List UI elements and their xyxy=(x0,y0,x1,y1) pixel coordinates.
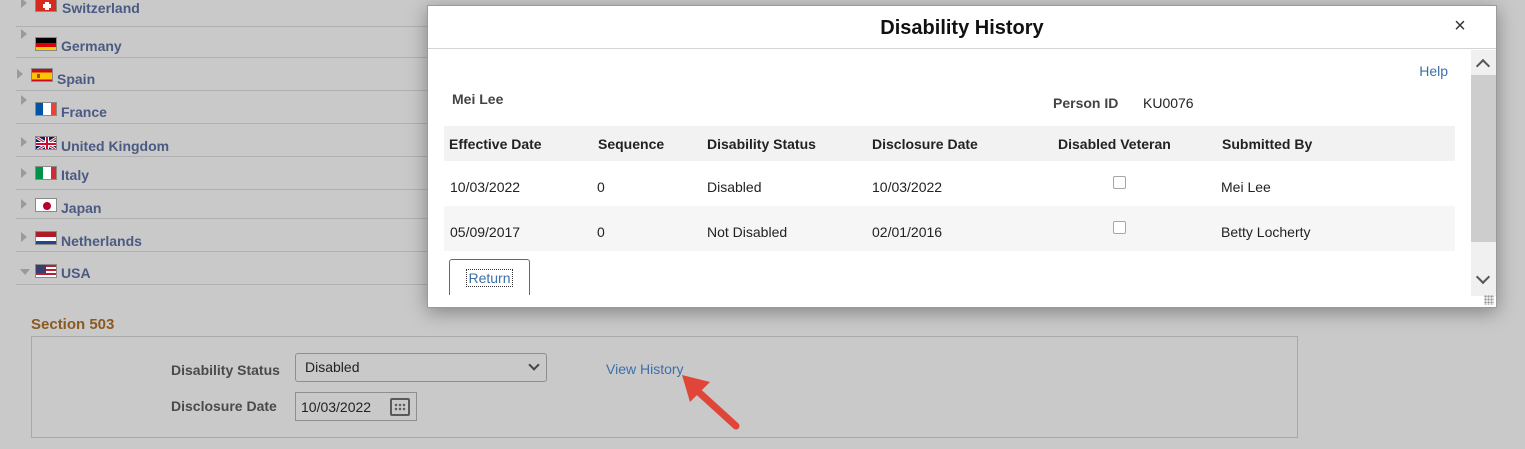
country-row-france[interactable]: France xyxy=(16,91,436,124)
spain-flag-icon xyxy=(31,68,53,82)
column-header: Disclosure Date xyxy=(872,136,978,152)
country-name[interactable]: United Kingdom xyxy=(61,138,169,154)
usa-flag-icon xyxy=(35,264,57,278)
person-id-label: Person ID xyxy=(1053,95,1119,111)
expanded-twisty-icon[interactable] xyxy=(20,269,30,275)
grid-header-row: Effective Date Sequence Disability Statu… xyxy=(444,126,1455,161)
effective-date-cell: 05/09/2017 xyxy=(450,224,521,240)
country-row-japan[interactable]: Japan xyxy=(16,186,436,219)
country-name[interactable]: Switzerland xyxy=(62,0,140,16)
scroll-down-icon[interactable] xyxy=(1475,269,1491,285)
return-button[interactable]: Return xyxy=(449,259,530,295)
effective-date-cell: 10/03/2022 xyxy=(450,179,521,195)
germany-flag-icon xyxy=(35,37,57,51)
country-name[interactable]: Italy xyxy=(61,167,89,183)
country-name[interactable]: Japan xyxy=(61,200,101,216)
disclosure-date-cell: 10/03/2022 xyxy=(872,179,943,195)
column-header: Submitted By xyxy=(1222,136,1313,152)
person-id-value: KU0076 xyxy=(1143,95,1194,111)
sequence-cell: 0 xyxy=(597,179,605,195)
japan-flag-icon xyxy=(35,198,57,212)
section-title: Section 503 xyxy=(31,316,115,333)
disability-history-modal: Disability History × Help Mei Lee Person… xyxy=(427,5,1497,308)
chevron-down-icon xyxy=(528,359,540,371)
country-row-united-kingdom[interactable]: United Kingdom xyxy=(16,124,436,157)
disability-status-label: Disability Status xyxy=(171,362,280,378)
view-history-link[interactable]: View History xyxy=(606,361,684,377)
sequence-cell: 0 xyxy=(597,224,605,240)
italy-flag-icon xyxy=(35,166,57,180)
switzerland-flag-icon xyxy=(35,0,57,12)
collapsed-twisty-icon[interactable] xyxy=(21,95,27,105)
country-name[interactable]: Germany xyxy=(61,38,122,54)
country-name[interactable]: USA xyxy=(61,265,91,281)
column-header: Disabled Veteran xyxy=(1058,136,1171,152)
collapsed-twisty-icon[interactable] xyxy=(17,69,23,79)
modal-header[interactable]: Disability History × xyxy=(428,6,1496,49)
column-header: Disability Status xyxy=(707,136,816,152)
country-name[interactable]: France xyxy=(61,104,107,120)
country-row-germany[interactable]: Germany xyxy=(16,25,436,58)
disability-status-value: Disabled xyxy=(305,359,360,375)
disability-status-cell: Disabled xyxy=(707,179,762,195)
disclosure-date-value: 10/03/2022 xyxy=(301,399,372,415)
collapsed-twisty-icon[interactable] xyxy=(21,232,27,242)
scroll-thumb[interactable] xyxy=(1471,75,1496,242)
netherlands-flag-icon xyxy=(35,231,57,245)
country-row-usa[interactable]: USA xyxy=(16,252,436,285)
disclosure-date-label: Disclosure Date xyxy=(171,398,277,414)
disability-status-cell: Not Disabled xyxy=(707,224,788,240)
section-503-group-box xyxy=(31,336,1298,438)
close-icon[interactable]: × xyxy=(1450,16,1470,36)
submitted-by-cell: Betty Locherty xyxy=(1221,224,1311,240)
column-header: Effective Date xyxy=(449,136,542,152)
collapsed-twisty-icon[interactable] xyxy=(21,29,27,39)
country-row-spain[interactable]: Spain xyxy=(16,58,436,91)
disclosure-date-cell: 02/01/2016 xyxy=(872,224,943,240)
disabled-veteran-checkbox xyxy=(1113,221,1126,234)
disability-status-select[interactable]: Disabled xyxy=(295,353,547,382)
modal-title: Disability History xyxy=(880,17,1044,39)
uk-flag-icon xyxy=(35,136,57,150)
modal-scrollbar[interactable] xyxy=(1471,50,1496,296)
disclosure-date-field[interactable]: 10/03/2022 xyxy=(295,392,417,421)
submitted-by-cell: Mei Lee xyxy=(1221,179,1271,195)
resize-grip-icon[interactable] xyxy=(1484,295,1494,305)
table-row: 10/03/2022 0 Disabled 10/03/2022 Mei Lee xyxy=(444,161,1455,206)
table-row: 05/09/2017 0 Not Disabled 02/01/2016 Bet… xyxy=(444,206,1455,251)
return-button-label: Return xyxy=(466,269,513,287)
country-name[interactable]: Spain xyxy=(57,71,95,87)
country-row-netherlands[interactable]: Netherlands xyxy=(16,219,436,252)
annotation-arrow-icon xyxy=(682,375,740,430)
calendar-icon[interactable] xyxy=(390,398,410,416)
collapsed-twisty-icon[interactable] xyxy=(21,137,27,147)
disabled-veteran-checkbox xyxy=(1113,176,1126,189)
country-name[interactable]: Netherlands xyxy=(61,233,142,249)
collapsed-twisty-icon[interactable] xyxy=(21,168,27,178)
column-header: Sequence xyxy=(598,136,665,152)
france-flag-icon xyxy=(35,102,57,116)
person-name: Mei Lee xyxy=(452,91,504,107)
modal-body: Help Mei Lee Person ID KU0076 Effective … xyxy=(428,50,1470,295)
country-row-switzerland[interactable]: Switzerland xyxy=(16,0,436,27)
help-link[interactable]: Help xyxy=(1419,63,1448,79)
collapsed-twisty-icon[interactable] xyxy=(21,199,27,209)
scroll-up-icon[interactable] xyxy=(1475,58,1491,74)
collapsed-twisty-icon[interactable] xyxy=(21,0,27,8)
